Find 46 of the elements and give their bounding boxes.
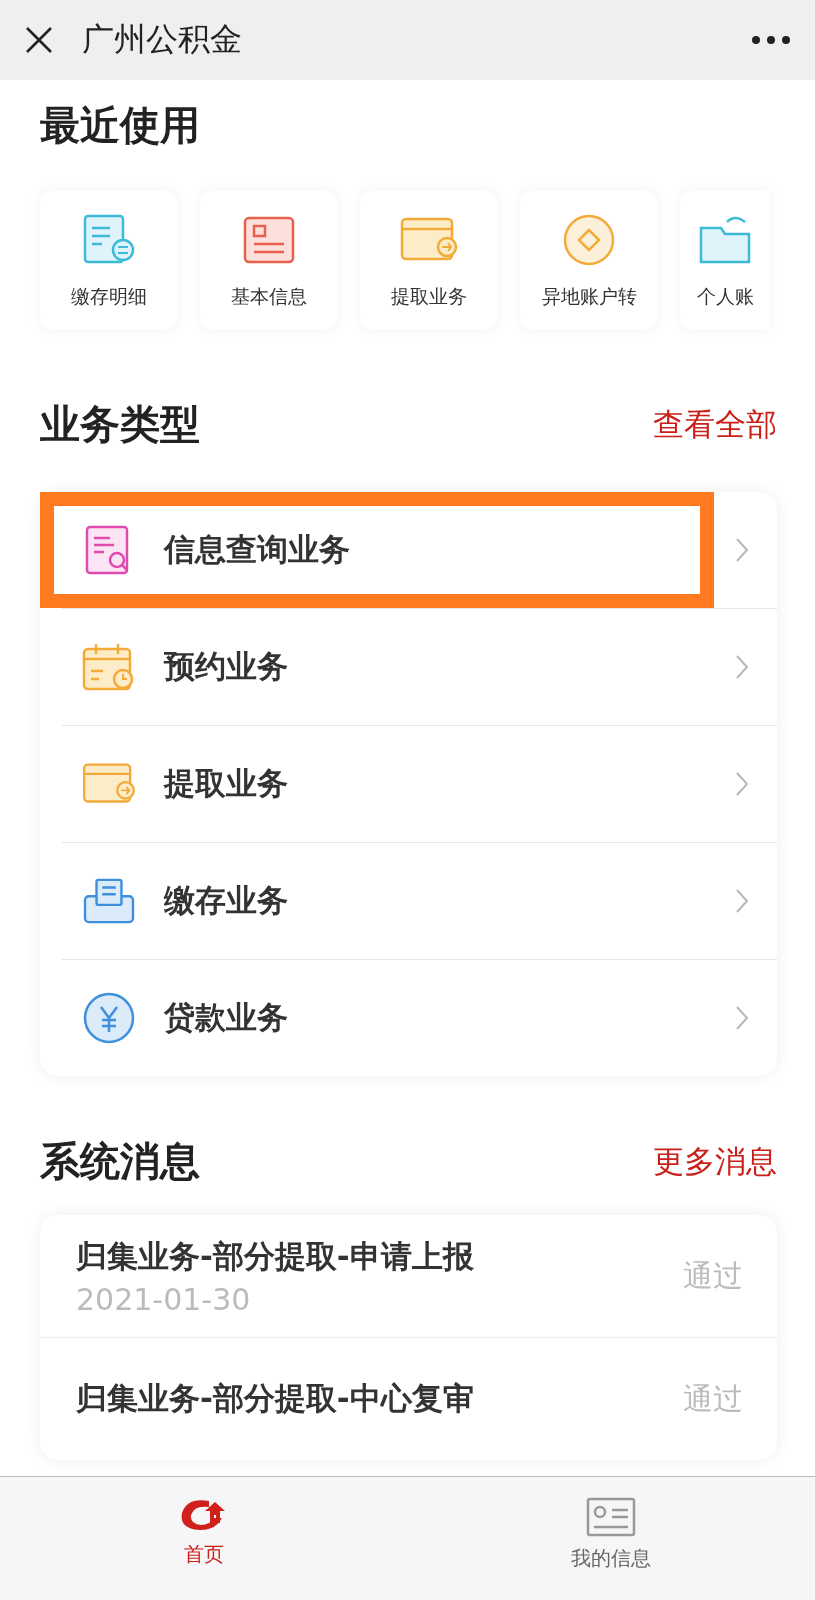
list-item[interactable]: 提取业务: [40, 726, 777, 842]
list-item[interactable]: 预约业务: [40, 609, 777, 725]
chevron-right-icon: [735, 537, 749, 563]
tab[interactable]: 首页: [123, 1497, 284, 1600]
tab[interactable]: 我的信息: [531, 1497, 692, 1600]
section-title: 系统消息: [40, 1137, 200, 1186]
item-label: 缴存业务: [164, 881, 289, 920]
message-status: 通过: [683, 1256, 743, 1295]
message-title[interactable]: 归集业务-部分提取-申请上报: [76, 1235, 683, 1278]
inbox-icon: [81, 877, 137, 925]
item-label: 预约业务: [164, 647, 289, 686]
list-item[interactable]: 贷款业务: [40, 960, 777, 1076]
shortcut-label: 异地账户转: [541, 284, 637, 309]
message-date: 2021-01-30: [76, 1281, 252, 1317]
more-icon[interactable]: [751, 34, 791, 46]
item-label: 信息查询业务: [164, 530, 351, 569]
shortcut-card[interactable]: 个人账: [680, 191, 770, 329]
shortcut-label: 个人账: [696, 284, 754, 309]
close-icon[interactable]: [24, 25, 54, 55]
chevron-right-icon: [735, 654, 749, 680]
section-title: 业务类型: [40, 400, 200, 449]
id-card-icon: [241, 215, 297, 265]
chevron-right-icon: [735, 771, 749, 797]
section-title: 最近使用: [40, 101, 201, 150]
item-label: 贷款业务: [164, 998, 289, 1037]
shortcut-label: 缴存明细: [71, 284, 147, 309]
chevron-right-icon: [735, 888, 749, 914]
list-item[interactable]: 缴存业务: [40, 843, 777, 959]
view-all-link[interactable]: 查看全部: [653, 403, 777, 446]
folder-icon: [697, 214, 753, 266]
shortcut-label: 提取业务: [391, 284, 467, 309]
profile-card-icon: [586, 1497, 637, 1537]
shortcut-card[interactable]: 异地账户转: [520, 191, 658, 329]
shortcut-label: 基本信息: [231, 284, 307, 309]
chevron-right-icon: [735, 1005, 749, 1031]
shortcut-card[interactable]: 提取业务: [360, 191, 498, 329]
list-item[interactable]: 信息查询业务: [40, 492, 777, 608]
shortcut-card[interactable]: 基本信息: [200, 191, 338, 329]
item-label: 提取业务: [164, 764, 289, 803]
yen-coin-icon: [82, 991, 136, 1045]
window-title: 广州公积金: [82, 19, 243, 60]
message-status: 通过: [683, 1379, 743, 1418]
shortcut-card[interactable]: 缴存明细: [40, 191, 178, 329]
exchange-icon: [561, 212, 617, 268]
message-title[interactable]: 归集业务-部分提取-中心复审: [76, 1378, 683, 1420]
more-messages-link[interactable]: 更多消息: [653, 1140, 777, 1183]
